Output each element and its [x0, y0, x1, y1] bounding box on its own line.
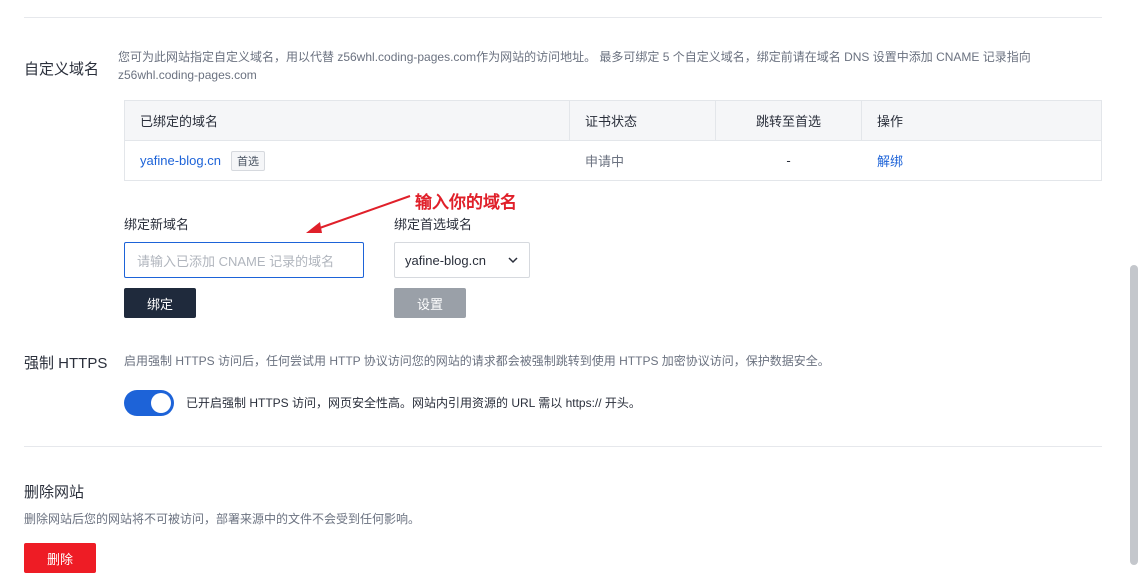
- header-cert-status: 证书状态: [570, 101, 716, 140]
- custom-domain-description-line2: z56whl.coding-pages.com: [118, 68, 257, 82]
- chevron-down-icon: [508, 257, 518, 264]
- header-domain: 已绑定的域名: [125, 101, 570, 140]
- redirect-value: -: [786, 153, 791, 168]
- delete-site-description: 删除网站后您的网站将不可被访问，部署来源中的文件不会受到任何影响。: [24, 512, 421, 526]
- delete-site-title: 删除网站: [24, 484, 85, 501]
- set-preferred-button[interactable]: 设置: [394, 288, 466, 318]
- annotation-text: 输入你的域名: [415, 193, 517, 212]
- force-https-title: 强制 HTTPS: [24, 355, 108, 372]
- top-divider: [24, 17, 1102, 18]
- preferred-domain-value: yafine-blog.cn: [405, 252, 486, 268]
- domain-cell: yafine-blog.cn 首选: [125, 141, 570, 180]
- custom-domain-description-line1: 您可为此网站指定自定义域名，用以代替 z56whl.coding-pages.c…: [118, 50, 1031, 64]
- new-domain-input[interactable]: 请输入已添加 CNAME 记录的域名: [124, 242, 364, 278]
- force-https-toggle[interactable]: [124, 390, 174, 416]
- force-https-description: 启用强制 HTTPS 访问后，任何尝试用 HTTP 协议访问您的网站的请求都会被…: [124, 354, 830, 368]
- table-row: yafine-blog.cn 首选 申请中 - 解绑: [125, 141, 1101, 180]
- preferred-domain-select[interactable]: yafine-blog.cn: [394, 242, 530, 278]
- section-divider: [24, 446, 1102, 447]
- unbind-link[interactable]: 解绑: [877, 151, 903, 170]
- bind-button[interactable]: 绑定: [124, 288, 196, 318]
- cert-status: 申请中: [585, 154, 625, 169]
- header-actions: 操作: [877, 114, 904, 129]
- preferred-domain-label: 绑定首选域名: [394, 217, 473, 232]
- header-redirect: 跳转至首选: [716, 101, 862, 140]
- custom-domain-description: 您可为此网站指定自定义域名，用以代替 z56whl.coding-pages.c…: [118, 48, 1108, 84]
- toggle-knob: [151, 393, 171, 413]
- custom-domain-title: 自定义域名: [24, 61, 100, 78]
- bound-domains-table: 已绑定的域名 证书状态 跳转至首选 操作 yafine-blog.cn 首选 申…: [124, 100, 1102, 181]
- preferred-badge: 首选: [230, 150, 265, 171]
- table-header: 已绑定的域名 证书状态 跳转至首选 操作: [125, 101, 1101, 141]
- bind-new-label: 绑定新域名: [124, 217, 190, 232]
- scrollbar[interactable]: [1130, 265, 1138, 565]
- delete-button[interactable]: 删除: [24, 543, 96, 573]
- force-https-status-text: 已开启强制 HTTPS 访问，网页安全性高。网站内引用资源的 URL 需以 ht…: [186, 396, 641, 410]
- domain-link[interactable]: yafine-blog.cn: [140, 153, 221, 168]
